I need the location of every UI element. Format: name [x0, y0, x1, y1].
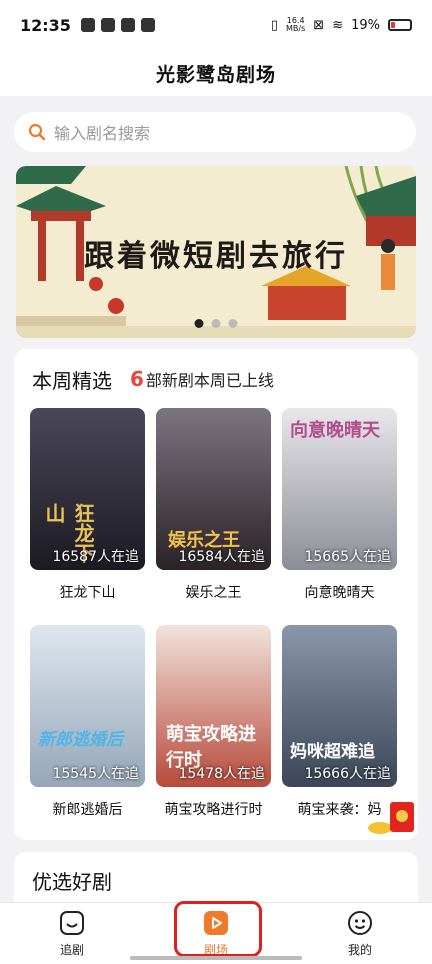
notification-icons — [80, 18, 155, 32]
section-title: 优选好剧 — [32, 870, 112, 894]
promo-banner[interactable]: 跟着微短剧去旅行 — [16, 166, 416, 338]
banner-pagination — [194, 319, 238, 328]
poster-title: 妈咪超难追 — [290, 742, 375, 762]
followers-count: 15665人在追 — [304, 549, 391, 565]
followers-count: 15666人在追 — [304, 766, 391, 782]
tab-following[interactable]: 追剧 — [32, 909, 112, 958]
section-subtitle: 6 部新剧本周已上线 — [130, 367, 274, 391]
drama-poster[interactable]: 向意晚晴天 15665人在追 — [282, 408, 397, 570]
page-title: 光影鹭岛剧场 — [0, 50, 432, 96]
wifi-icon: ≋ — [332, 17, 344, 33]
new-count: 6 — [130, 367, 144, 391]
tab-label: 追剧 — [59, 943, 84, 957]
drama-name: 新郎逃婚后 — [52, 802, 123, 818]
selection-highlight — [174, 901, 262, 957]
followers-count: 16587人在追 — [52, 549, 139, 565]
message-icon — [100, 18, 115, 32]
drama-poster[interactable]: 狂龙下山 16587人在追 — [30, 408, 145, 570]
status-bar: 12:35 ▯ 16.4 MB/s ⊠ ≋ 19% — [0, 0, 432, 50]
banner-dot — [228, 319, 238, 328]
home-indicator — [130, 956, 302, 960]
drama-card[interactable]: 萌宝攻略进行时 15478人在追 萌宝攻略进行时 — [156, 625, 271, 819]
drama-card[interactable]: 妈咪超难追 15666人在追 萌宝来袭：妈 — [282, 625, 397, 819]
search-icon — [28, 123, 46, 141]
followers-count: 16584人在追 — [178, 549, 265, 565]
tab-mine[interactable]: 我的 — [320, 909, 400, 958]
battery-icon — [388, 19, 412, 31]
battery-percent: 19% — [351, 17, 380, 33]
network-speed: 16.4 MB/s — [286, 16, 306, 33]
drama-card[interactable]: 狂龙下山 16587人在追 狂龙下山 — [30, 408, 145, 602]
drama-card[interactable]: 娱乐之王 16584人在追 娱乐之王 — [156, 408, 271, 602]
face-icon — [346, 909, 374, 937]
banner-text: 跟着微短剧去旅行 — [84, 239, 348, 274]
subtitle-text: 部新剧本周已上线 — [145, 371, 274, 390]
drama-poster[interactable]: 萌宝攻略进行时 15478人在追 — [156, 625, 271, 787]
vibrate-icon: ▯ — [270, 17, 279, 33]
drama-name: 萌宝攻略进行时 — [164, 802, 263, 818]
drama-name: 娱乐之王 — [185, 585, 242, 601]
red-packet-icon[interactable] — [366, 800, 418, 836]
tiktok-icon — [120, 18, 135, 32]
bookmark-smile-icon — [58, 909, 86, 937]
poster-title: 新郎逃婚后 — [38, 730, 123, 750]
sim-icon: ⊠ — [313, 17, 325, 33]
banner-dot — [211, 319, 221, 328]
drama-poster[interactable]: 新郎逃婚后 15545人在追 — [30, 625, 145, 787]
search-input[interactable]: 输入剧名搜索 — [14, 112, 416, 152]
followers-count: 15478人在追 — [178, 766, 265, 782]
drama-name: 向意晚晴天 — [304, 585, 375, 601]
search-placeholder: 输入剧名搜索 — [54, 124, 151, 143]
drama-card[interactable]: 新郎逃婚后 15545人在追 新郎逃婚后 — [30, 625, 145, 819]
leaf-icon — [80, 18, 95, 32]
fan-icon — [140, 18, 155, 32]
banner-dot — [194, 319, 204, 328]
poster-title: 向意晚晴天 — [290, 420, 380, 441]
tab-label: 我的 — [347, 943, 372, 957]
drama-name: 狂龙下山 — [59, 585, 116, 601]
drama-poster[interactable]: 娱乐之王 16584人在追 — [156, 408, 271, 570]
section-title: 本周精选 — [32, 369, 112, 393]
drama-poster[interactable]: 妈咪超难追 15666人在追 — [282, 625, 397, 787]
followers-count: 15545人在追 — [52, 766, 139, 782]
status-time: 12:35 — [20, 15, 71, 35]
weekly-picks-section: 本周精选 6 部新剧本周已上线 狂龙下山 16587人在追 狂龙下山 娱乐之王 1… — [14, 349, 418, 840]
drama-card[interactable]: 向意晚晴天 15665人在追 向意晚晴天 — [282, 408, 397, 602]
